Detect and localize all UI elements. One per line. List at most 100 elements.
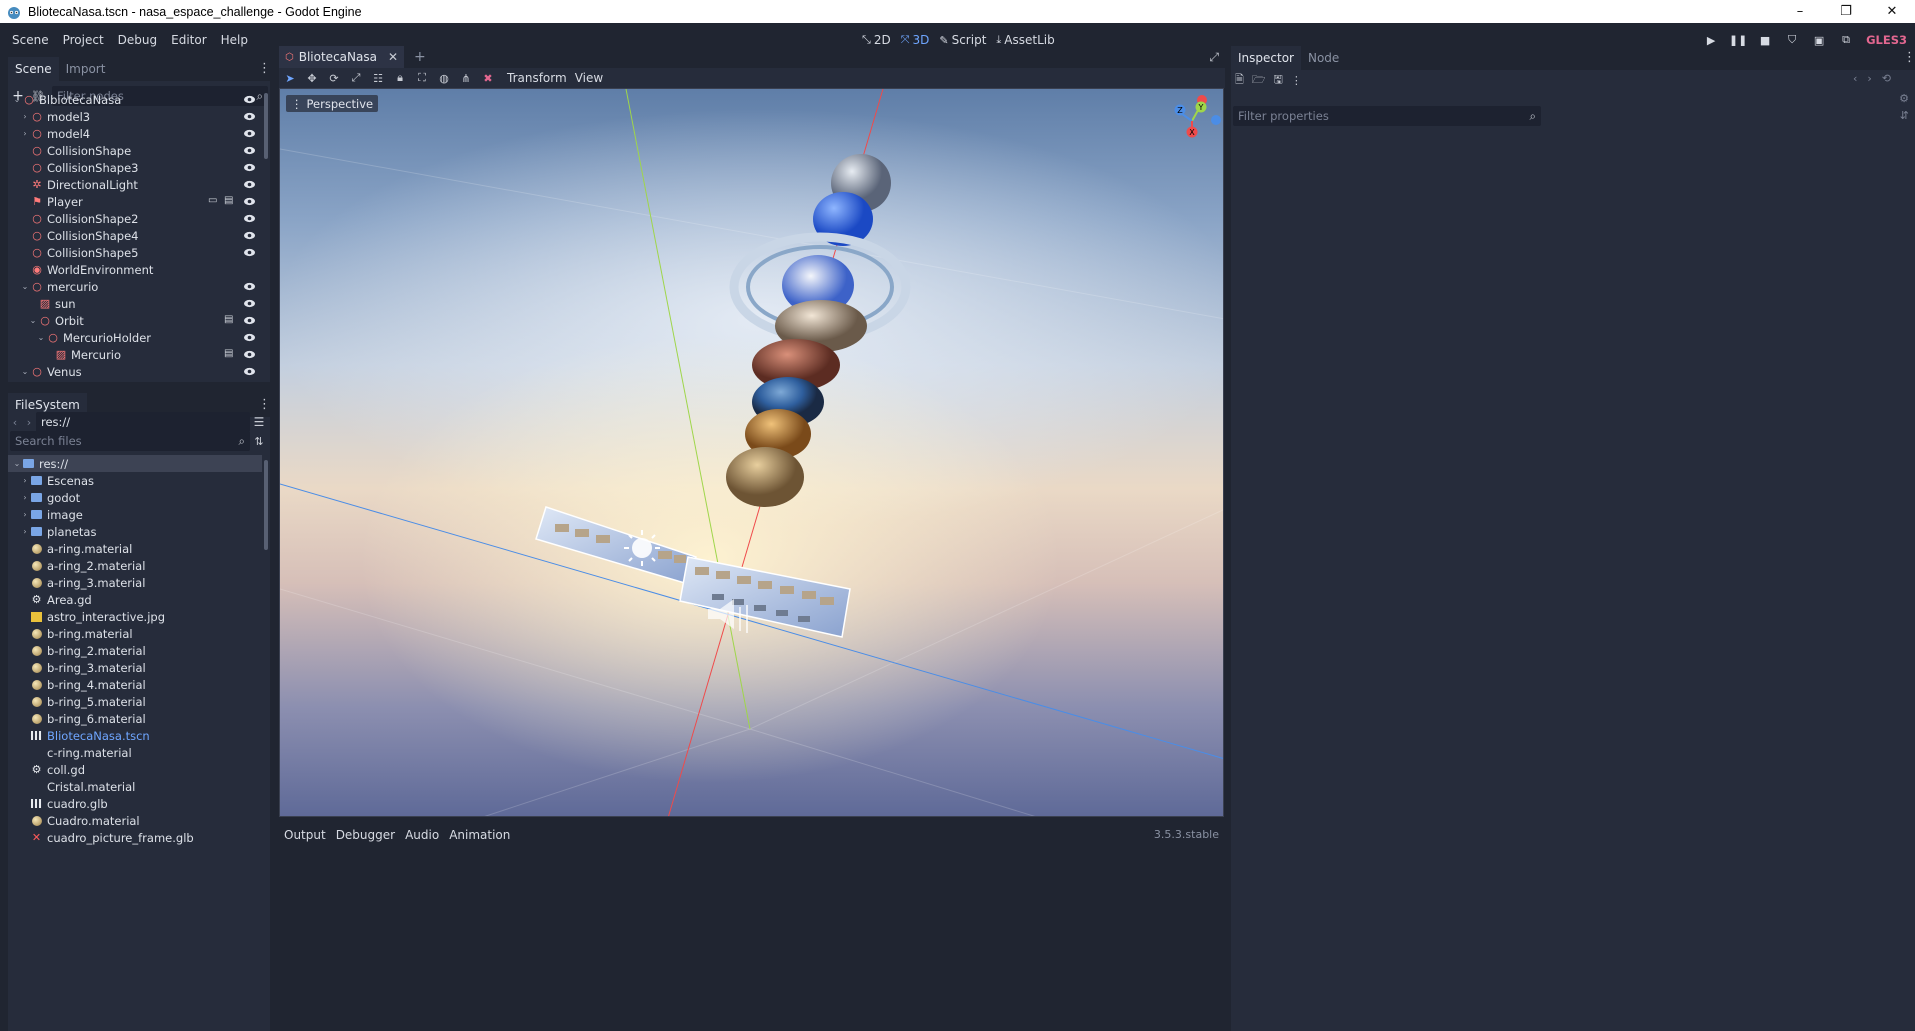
file-item[interactable]: ⚙ Area.gd — [8, 591, 262, 608]
visibility-eye-icon[interactable] — [243, 297, 256, 310]
tree-node-model3[interactable]: › ○ model3 — [8, 108, 262, 125]
file-item[interactable]: › godot — [8, 489, 262, 506]
menu-help[interactable]: Help — [214, 33, 255, 47]
visibility-eye-icon[interactable] — [243, 110, 256, 123]
group-icon[interactable]: ⛶ — [411, 71, 433, 85]
perspective-menu-button[interactable]: ⋮ Perspective — [286, 95, 379, 112]
tab-debugger[interactable]: Debugger — [331, 828, 400, 842]
play-scene-icon[interactable]: ▣ — [1812, 33, 1826, 47]
visibility-eye-icon[interactable] — [243, 161, 256, 174]
file-item[interactable]: Cristal.material — [8, 778, 262, 795]
scene-tree-scrollbar[interactable] — [264, 93, 268, 159]
expand-arrow-icon[interactable]: › — [20, 510, 30, 519]
search-files-input[interactable]: Search files ⌕ — [10, 431, 250, 451]
tree-node-orbit[interactable]: ⌄ ○ Orbit ▤ — [8, 312, 262, 329]
tree-node-collisionshape4[interactable]: ○ CollisionShape4 — [8, 227, 262, 244]
new-scene-tab-icon[interactable]: + — [414, 49, 426, 65]
view-menu[interactable]: View — [575, 71, 603, 85]
play-custom-scene-icon[interactable]: ⧉ — [1839, 33, 1853, 47]
file-item[interactable]: › planetas — [8, 523, 262, 540]
tab-audio[interactable]: Audio — [400, 828, 444, 842]
collapse-arrow-icon[interactable]: ⌄ — [36, 333, 46, 342]
visibility-eye-icon[interactable] — [243, 178, 256, 191]
file-item[interactable]: a-ring_3.material — [8, 574, 262, 591]
tab-scene[interactable]: Scene — [8, 57, 59, 81]
maximize-button[interactable]: ❐ — [1823, 0, 1869, 23]
remote-debug-icon[interactable]: ⛉ — [1785, 33, 1799, 47]
file-item[interactable]: b-ring_2.material — [8, 642, 262, 659]
tab-inspector[interactable]: Inspector — [1231, 46, 1301, 70]
collapse-arrow-icon[interactable]: ⌄ — [20, 367, 30, 376]
visibility-eye-icon[interactable] — [243, 365, 256, 378]
path-field[interactable]: res:// — [36, 412, 250, 432]
file-item[interactable]: b-ring_5.material — [8, 693, 262, 710]
tree-node-player[interactable]: ⚑ Player ▤ ▭ — [8, 193, 262, 210]
file-item[interactable]: ⚙ coll.gd — [8, 761, 262, 778]
forward-icon[interactable]: › — [1867, 72, 1871, 85]
back-icon[interactable]: ‹ — [8, 416, 22, 429]
file-item[interactable]: cuadro.glb — [8, 795, 262, 812]
collapse-arrow-icon[interactable]: ⌄ — [20, 282, 30, 291]
tree-node-directionallight[interactable]: ✲ DirectionalLight — [8, 176, 262, 193]
renderer-selector[interactable]: GLES3 — [1866, 33, 1907, 47]
open-folder-icon[interactable]: 🗁︎ — [1252, 71, 1266, 90]
tree-node-mercurioholder[interactable]: ⌄ ○ MercurioHolder — [8, 329, 262, 346]
visibility-eye-icon[interactable] — [243, 229, 256, 242]
instanced-scene-icon[interactable]: ▭ — [208, 195, 220, 207]
expand-arrow-icon[interactable]: › — [20, 129, 30, 138]
tab-output[interactable]: Output — [279, 828, 331, 842]
expand-arrow-icon[interactable]: › — [20, 527, 30, 536]
menu-editor[interactable]: Editor — [164, 33, 214, 47]
visibility-eye-icon[interactable] — [243, 127, 256, 140]
workspace-script-button[interactable]: ✎ Script — [939, 33, 986, 47]
file-item[interactable]: › Escenas — [8, 472, 262, 489]
transform-menu[interactable]: Transform — [507, 71, 567, 85]
menu-project[interactable]: Project — [56, 33, 111, 47]
move-tool-icon[interactable]: ✥ — [301, 72, 323, 85]
history-icon[interactable]: ⟲ — [1882, 72, 1891, 85]
stop-icon[interactable]: ■ — [1758, 33, 1772, 47]
collapse-arrow-icon[interactable]: ⌄ — [28, 316, 38, 325]
collapse-arrow-icon[interactable]: ⌄ — [12, 459, 22, 468]
file-item[interactable]: c-ring.material — [8, 744, 262, 761]
orientation-gizmo[interactable]: Y Z X — [1174, 95, 1222, 138]
play-icon[interactable]: ▶ — [1704, 33, 1718, 47]
visibility-eye-icon[interactable] — [243, 246, 256, 259]
close-tab-icon[interactable]: ✕ — [388, 50, 398, 64]
file-item[interactable]: ⌄ res:// — [8, 455, 262, 472]
filter-properties-input[interactable]: Filter properties ⌕ — [1233, 106, 1541, 126]
expand-arrow-icon[interactable]: › — [20, 112, 30, 121]
file-item[interactable]: b-ring_4.material — [8, 676, 262, 693]
tree-node-mercurio[interactable]: ▨ Mercurio ▤ — [8, 346, 262, 363]
distraction-free-icon[interactable]: ⤢ — [1209, 50, 1219, 65]
forward-icon[interactable]: › — [22, 416, 36, 429]
pause-icon[interactable]: ❚❚ — [1729, 33, 1747, 47]
file-item[interactable]: a-ring.material — [8, 540, 262, 557]
back-icon[interactable]: ‹ — [1853, 72, 1857, 85]
select-tool-icon[interactable]: ➤ — [279, 72, 301, 85]
menu-debug[interactable]: Debug — [111, 33, 164, 47]
file-item[interactable]: b-ring_3.material — [8, 659, 262, 676]
3d-viewport[interactable]: Y Z X ⋮ Perspective — [279, 88, 1224, 817]
visibility-eye-icon[interactable] — [243, 144, 256, 157]
snap-icon[interactable]: ⋔ — [455, 72, 477, 85]
menu-scene[interactable]: Scene — [5, 33, 56, 47]
tree-node-collisionshape[interactable]: ○ CollisionShape — [8, 142, 262, 159]
script-attached-icon[interactable]: ▤ — [224, 195, 236, 207]
object-menu-icon[interactable]: ⚙ — [1899, 92, 1909, 105]
tab-import[interactable]: Import — [59, 57, 113, 81]
visibility-eye-icon[interactable] — [243, 314, 256, 327]
list-select-icon[interactable]: ☷ — [367, 72, 389, 85]
filesystem-scrollbar[interactable] — [264, 460, 268, 550]
tab-node[interactable]: Node — [1301, 46, 1346, 70]
dock-menu-icon[interactable]: ⋮ — [258, 397, 271, 413]
tree-node-worldenvironment[interactable]: ◉ WorldEnvironment — [8, 261, 262, 278]
tree-node-collisionshape5[interactable]: ○ CollisionShape5 — [8, 244, 262, 261]
tree-node-venus[interactable]: ⌄ ○ Venus — [8, 363, 262, 380]
tree-node-blbiotecanasa[interactable]: ⌄ ○ BlbiotecaNasa — [8, 91, 262, 108]
file-item[interactable]: b-ring.material — [8, 625, 262, 642]
new-resource-icon[interactable]: 🗎︎ — [1235, 71, 1244, 90]
dock-menu-icon[interactable]: ⋮ — [258, 61, 271, 77]
file-item[interactable]: BliotecaNasa.tscn — [8, 727, 262, 744]
script-attached-icon[interactable]: ▤ — [224, 314, 236, 326]
